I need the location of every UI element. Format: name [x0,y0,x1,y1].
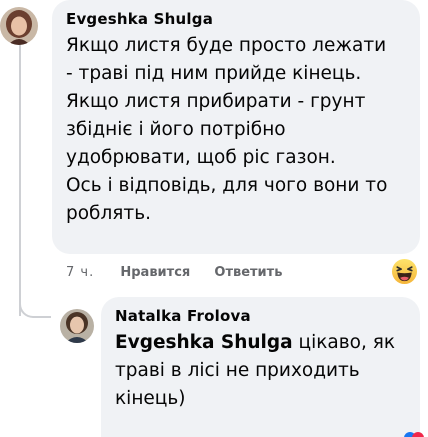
comment-bubble: Evgeshka Shulga Якщо листя буде просто л… [52,0,420,254]
reply-author[interactable]: Natalka Frolova [115,305,406,327]
thread-connector [19,292,51,318]
comment-timestamp[interactable]: 7 ч. [66,263,94,283]
comment-line: Якщо листя прибирати - грунт [66,91,366,112]
reaction-icon[interactable] [404,428,424,437]
comment-line: збідніє і його потрібно [66,119,286,140]
comment-line: Якщо листя буде просто лежати [66,35,387,56]
comment-author[interactable]: Evgeshka Shulga [66,8,406,30]
comment-line: Ось і відповідь, для чого вони то [66,175,388,196]
reply-text: Evgeshka Shulga цікаво, як траві в лісі … [115,329,406,413]
avatar-photo [0,7,38,45]
reply-avatar-photo [60,309,94,343]
avatar[interactable] [0,7,38,45]
reply-line-rest: цікаво, як [292,332,396,353]
reply-line: Evgeshka Shulga цікаво, як [115,329,406,357]
reply-button[interactable]: Ответить [214,263,282,283]
like-button[interactable]: Нравится [120,263,190,283]
comment-text: Якщо листя буде просто лежати - траві пі… [66,32,406,228]
reply-line: кінець) [115,388,186,409]
mention-link[interactable]: Evgeshka Shulga [115,332,293,353]
reply-bubble: Natalka Frolova Evgeshka Shulga цікаво, … [101,297,420,437]
laughing-emoji-icon[interactable] [391,258,418,285]
thread-line [19,44,21,316]
comment-actions: 7 ч. Нравится Ответить [66,263,282,283]
comment-line: роблять. [66,203,151,224]
comment-line: удобрювати, щоб ріс газон. [66,147,336,168]
reply-avatar[interactable] [60,309,94,343]
reply-line: траві в лісі не приходить [115,360,360,381]
comment-line: - траві під ним прийде кінець. [66,63,362,84]
